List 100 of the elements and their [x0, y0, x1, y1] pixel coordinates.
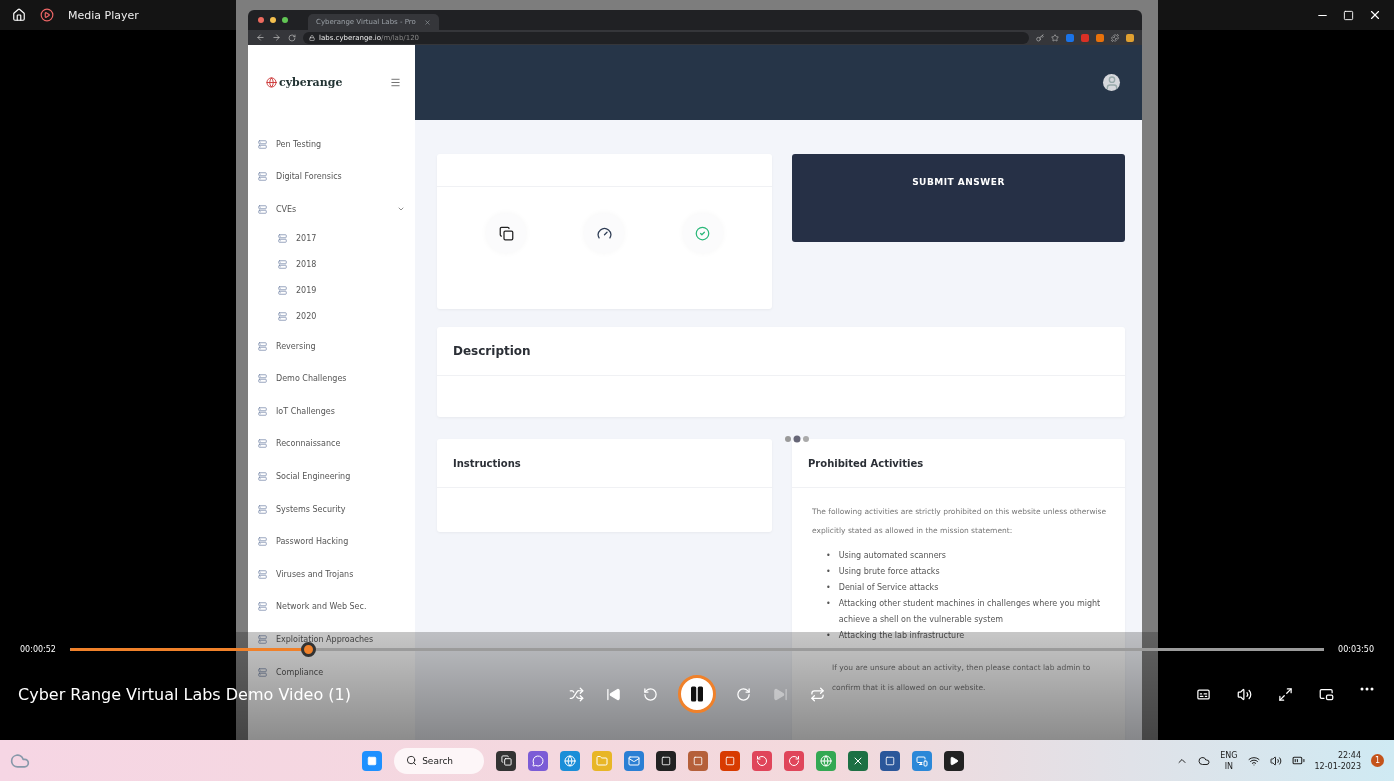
close-dot[interactable]: [258, 17, 264, 23]
sidebar-item[interactable]: CVEs: [248, 193, 415, 226]
elapsed-time: 00:00:52: [20, 644, 56, 654]
server-icon: [258, 341, 267, 351]
maximize-dot[interactable]: [282, 17, 288, 23]
server-icon: [258, 569, 267, 579]
minimize-dot[interactable]: [270, 17, 276, 23]
sidebar-item[interactable]: Social Engineering: [248, 460, 415, 493]
forward-icon: [736, 686, 751, 702]
chat-icon[interactable]: [528, 750, 549, 771]
menu-icon[interactable]: [390, 77, 401, 88]
list-item: Using automated scanners: [838, 550, 947, 562]
server-icon: [258, 205, 267, 214]
play-icon: [40, 8, 54, 22]
previous-icon: [606, 686, 621, 702]
home-icon[interactable]: [12, 8, 26, 22]
sidebar-item[interactable]: Viruses and Trojans: [248, 557, 415, 591]
avatar-icon[interactable]: [1103, 74, 1120, 91]
notification-badge[interactable]: 1: [1371, 754, 1384, 767]
back-icon[interactable]: [256, 33, 265, 42]
sidebar-item[interactable]: Exploitation Approaches: [248, 623, 415, 656]
duration-time: 00:03:50: [1338, 644, 1374, 654]
card-title: Prohibited Activities: [808, 457, 924, 469]
puzzle-icon[interactable]: [1111, 33, 1119, 42]
browser-icon[interactable]: [560, 750, 581, 771]
volume-icon[interactable]: [1269, 754, 1282, 767]
sidebar-item[interactable]: Network and Web Sec.: [248, 590, 415, 624]
subtitles-icon: [1196, 686, 1211, 702]
app-icon[interactable]: [688, 750, 709, 771]
sidebar-item[interactable]: 2017: [248, 225, 415, 252]
browser-icon[interactable]: [816, 750, 837, 771]
sidebar-item[interactable]: 2019: [248, 277, 415, 304]
card-title: Description: [453, 344, 531, 358]
more-icon: [1360, 686, 1374, 691]
check-icon: [695, 225, 711, 241]
server-icon: [258, 537, 267, 547]
server-icon: [278, 286, 287, 296]
profile-icon[interactable]: [1126, 33, 1134, 42]
list-item: Using brute force attacks: [838, 566, 940, 578]
bookmark-icon[interactable]: [1051, 33, 1059, 42]
mini-view-icon: [1319, 686, 1334, 702]
forward-icon[interactable]: [272, 33, 281, 42]
server-icon: [258, 139, 267, 149]
gauge-icon: [597, 225, 612, 241]
sidebar-item[interactable]: Demo Challenges: [248, 362, 415, 395]
office-icon[interactable]: [720, 750, 741, 771]
document-icon[interactable]: [880, 750, 901, 771]
start-icon[interactable]: [362, 750, 383, 771]
box-icon[interactable]: [656, 750, 677, 771]
task-view-icon[interactable]: [496, 750, 517, 771]
list-item: Denial of Service attacks: [838, 582, 939, 594]
bullet: •: [826, 566, 831, 578]
mail-icon[interactable]: [624, 750, 645, 771]
pause-icon: [688, 685, 706, 703]
copy-icon: [498, 225, 514, 241]
battery-icon[interactable]: [1291, 754, 1305, 767]
sidebar-item[interactable]: Password Hacking: [248, 525, 415, 558]
list-item: Attacking the lab infrastructure: [838, 630, 965, 642]
card-title: Instructions: [453, 457, 521, 469]
sidebar-item[interactable]: IoT Challenges: [248, 394, 415, 428]
server-icon: [278, 312, 287, 322]
restore-icon[interactable]: [1343, 9, 1354, 21]
server-icon: [278, 234, 287, 244]
spreadsheet-icon[interactable]: [848, 750, 869, 771]
sidebar-item[interactable]: Pen Testing: [248, 128, 415, 161]
language-indicator[interactable]: ENG IN: [1220, 749, 1238, 772]
search-field[interactable]: Search: [394, 747, 485, 774]
bullet: •: [826, 630, 831, 642]
fullscreen-icon: [1278, 686, 1293, 702]
server-icon: [258, 471, 267, 481]
key-icon[interactable]: [1036, 33, 1044, 42]
sidebar-item[interactable]: Systems Security: [248, 492, 415, 526]
server-icon: [258, 172, 267, 182]
submit-button[interactable]: SUBMIT ANSWER: [792, 154, 1125, 242]
media-player-icon[interactable]: [944, 750, 965, 771]
lock-icon: [309, 34, 315, 41]
window-title: Media Player: [68, 8, 139, 22]
sidebar-item[interactable]: Reconnaissance: [248, 427, 415, 461]
sidebar-item[interactable]: 2018: [248, 251, 415, 278]
server-icon: [258, 602, 267, 612]
list-item: Attacking other student machines in challenges where you might achieve a shell on the vulnerable system: [838, 598, 1102, 626]
close-icon[interactable]: [1368, 8, 1382, 22]
cloud-icon[interactable]: [1198, 754, 1211, 767]
server-icon: [258, 504, 267, 514]
sidebar-item[interactable]: Digital Forensics: [248, 160, 415, 194]
bullet: •: [826, 582, 831, 594]
server-icon: [258, 439, 267, 449]
sidebar-item[interactable]: Reversing: [248, 329, 415, 363]
sidebar-item[interactable]: 2020: [248, 303, 415, 330]
rewind-icon: [643, 686, 658, 702]
bullet: •: [826, 550, 831, 562]
server-icon: [258, 667, 267, 677]
server-icon: [258, 406, 267, 416]
sidebar-item[interactable]: Compliance: [248, 655, 415, 689]
wifi-icon[interactable]: [1247, 754, 1260, 767]
search-icon: [406, 755, 418, 766]
reload-icon[interactable]: [288, 33, 296, 42]
logo: cyberange: [266, 76, 343, 89]
repeat-icon: [810, 686, 825, 702]
clock[interactable]: 22:44 12-01-2023: [1314, 749, 1361, 772]
